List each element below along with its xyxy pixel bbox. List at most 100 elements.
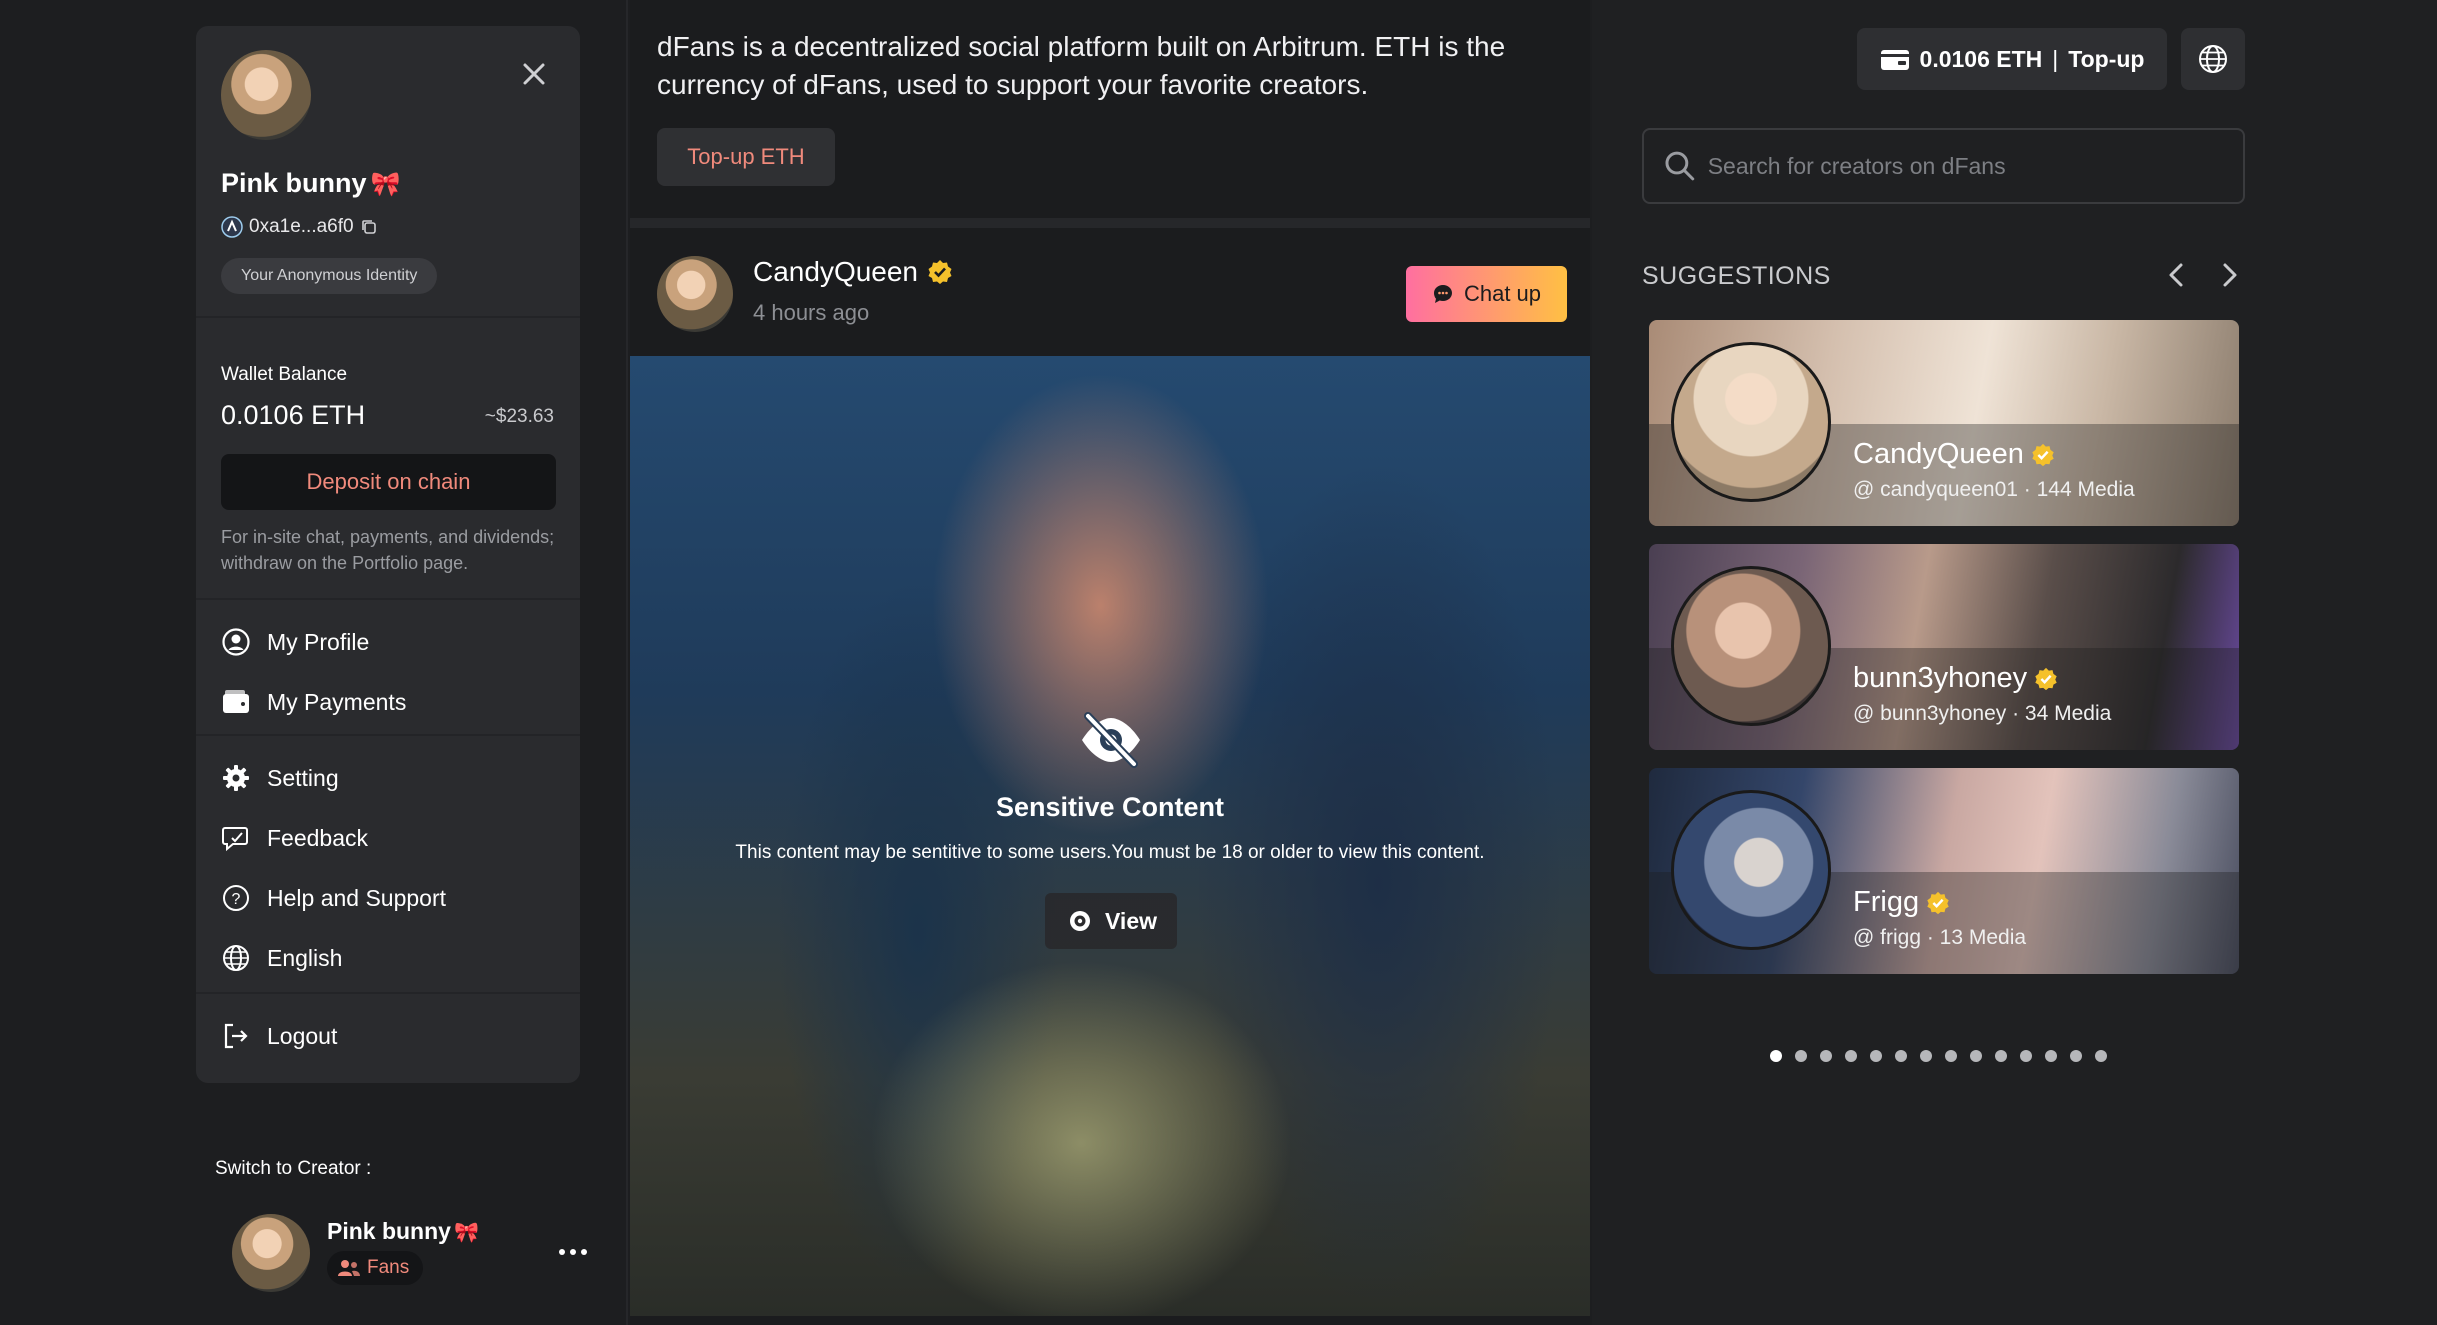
copy-icon[interactable] (360, 218, 378, 236)
carousel-dot[interactable] (1945, 1050, 1957, 1062)
bow-icon: 🎀 (453, 1222, 479, 1244)
suggestion-meta: @ bunn3yhoney · 34 Media (1853, 702, 2112, 725)
globe-icon (2199, 45, 2227, 73)
wallet-balance-value: 0.0106 ETH (221, 400, 366, 430)
close-icon[interactable] (516, 56, 552, 92)
menu-item-label: Logout (267, 1022, 338, 1049)
post-author-name: CandyQueen (753, 256, 919, 287)
suggestions-title: SUGGESTIONS (1642, 262, 1831, 290)
left-sidebar: Pink bunny 🎀 0xa1e...a6f0 Your Anonymous … (0, 0, 628, 1325)
divider (196, 598, 580, 600)
suggestion-name-text: bunn3yhoney (1853, 662, 2028, 694)
menu-item-my-payments[interactable]: My Payments (221, 680, 406, 724)
post-author-avatar[interactable] (657, 256, 733, 332)
menu-item-logout[interactable]: Logout (221, 1014, 337, 1058)
feed-column: dFans is a decentralized social platform… (630, 0, 1590, 1325)
bow-icon: 🎀 (370, 171, 401, 198)
blurred-post-media: Sensitive Content This content may be se… (630, 356, 1590, 1316)
separator: | (2052, 45, 2059, 72)
menu-item-setting[interactable]: Setting (221, 756, 339, 800)
creator-search[interactable] (1642, 128, 2245, 204)
account-menu: Pink bunny 🎀 0xa1e...a6f0 Your Anonymous … (196, 26, 580, 1083)
carousel-dot[interactable] (1995, 1050, 2007, 1062)
feedback-icon (222, 827, 248, 852)
menu-item-label: Feedback (267, 824, 369, 851)
svg-text:?: ? (232, 891, 241, 908)
carousel-dot[interactable] (2070, 1050, 2082, 1062)
profile-name: Pink bunny 🎀 (221, 168, 400, 199)
divider (196, 316, 580, 318)
fans-badge-label: Fans (367, 1257, 410, 1278)
menu-item-english[interactable]: English (221, 936, 342, 980)
search-icon (1665, 151, 1695, 181)
suggestion-avatar[interactable] (1671, 342, 1831, 502)
more-options-icon[interactable] (556, 1240, 590, 1264)
carousel-dot[interactable] (1770, 1050, 1782, 1062)
suggestion-meta: @ candyqueen01 · 144 Media (1853, 478, 2135, 501)
creator-name-text: Pink bunny (327, 1218, 451, 1244)
right-sidebar: 0.0106 ETH | Top-up SUGGESTIONS CandyQue… (1592, 0, 2437, 1325)
suggestion-name: bunn3yhoney (1853, 662, 2059, 695)
carousel-pagination (1770, 1050, 2107, 1062)
balance-topup-button[interactable]: 0.0106 ETH | Top-up (1857, 28, 2167, 90)
topup-eth-button[interactable]: Top-up ETH (657, 128, 835, 186)
switch-to-creator-label: Switch to Creator : (215, 1158, 372, 1179)
suggestion-meta: @ frigg · 13 Media (1853, 926, 2027, 949)
suggestion-avatar[interactable] (1671, 566, 1831, 726)
arbitrum-icon (221, 216, 243, 238)
menu-item-label: My Profile (267, 628, 370, 655)
divider (196, 992, 580, 994)
balance-value: 0.0106 ETH (1919, 45, 2043, 72)
deposit-on-chain-button[interactable]: Deposit on chain (221, 454, 556, 510)
topup-label: Top-up (2068, 45, 2145, 72)
chevron-right-icon[interactable] (2212, 258, 2246, 292)
help-icon: ? (223, 885, 249, 911)
view-sensitive-content-button[interactable]: View (1045, 893, 1177, 949)
carousel-dot[interactable] (2020, 1050, 2032, 1062)
carousel-dot[interactable] (1970, 1050, 1982, 1062)
eye-icon (1070, 911, 1090, 931)
logout-icon (224, 1023, 248, 1049)
sensitive-content-title: Sensitive Content (995, 792, 1225, 822)
chevron-left-icon[interactable] (2160, 258, 2194, 292)
carousel-dot[interactable] (2095, 1050, 2107, 1062)
carousel-dot[interactable] (1920, 1050, 1932, 1062)
sensitive-content-text: This content may be sentitive to some us… (735, 842, 1485, 863)
globe-icon (223, 945, 249, 971)
suggestion-name: CandyQueen (1853, 438, 2056, 471)
anonymous-identity-badge: Your Anonymous Identity (221, 258, 438, 294)
platform-intro: dFans is a decentralized social platform… (657, 31, 1506, 100)
menu-item-label: Help and Support (267, 884, 447, 911)
address-text: 0xa1e...a6f0 (249, 216, 354, 237)
menu-item-feedback[interactable]: Feedback (221, 816, 368, 860)
divider (630, 218, 1590, 228)
carousel-dot[interactable] (1820, 1050, 1832, 1062)
carousel-dot[interactable] (1845, 1050, 1857, 1062)
carousel-dot[interactable] (1795, 1050, 1807, 1062)
fans-badge: Fans (327, 1251, 424, 1285)
wallet-note: For in-site chat, payments, and dividend… (221, 527, 555, 573)
suggestion-avatar[interactable] (1671, 790, 1831, 950)
language-button[interactable] (2181, 28, 2245, 90)
carousel-dot[interactable] (2045, 1050, 2057, 1062)
verified-icon (1927, 891, 1949, 914)
search-input[interactable] (1707, 152, 2243, 180)
profile-avatar[interactable] (221, 50, 311, 140)
post-author[interactable]: CandyQueen (753, 256, 954, 288)
post-time: 4 hours ago (753, 300, 870, 325)
carousel-dot[interactable] (1895, 1050, 1907, 1062)
menu-item-help-and-support[interactable]: ? Help and Support (221, 876, 446, 920)
menu-item-my-profile[interactable]: My Profile (221, 620, 369, 664)
creator-name: Pink bunny 🎀 (327, 1218, 479, 1245)
suggestion-card[interactable]: bunn3yhoney @ bunn3yhoney · 34 Media (1649, 544, 2239, 750)
chat-up-button[interactable]: Chat up (1406, 266, 1567, 322)
suggestion-card[interactable]: Frigg @ frigg · 13 Media (1649, 768, 2239, 974)
carousel-dot[interactable] (1870, 1050, 1882, 1062)
wallet-icon (1880, 50, 1909, 70)
suggestion-card[interactable]: CandyQueen @ candyqueen01 · 144 Media (1649, 320, 2239, 526)
creator-avatar[interactable] (232, 1214, 310, 1292)
wallet-icon (223, 690, 249, 713)
user-circle-icon (222, 628, 250, 656)
chat-icon (1433, 285, 1452, 303)
verified-icon (928, 260, 952, 284)
